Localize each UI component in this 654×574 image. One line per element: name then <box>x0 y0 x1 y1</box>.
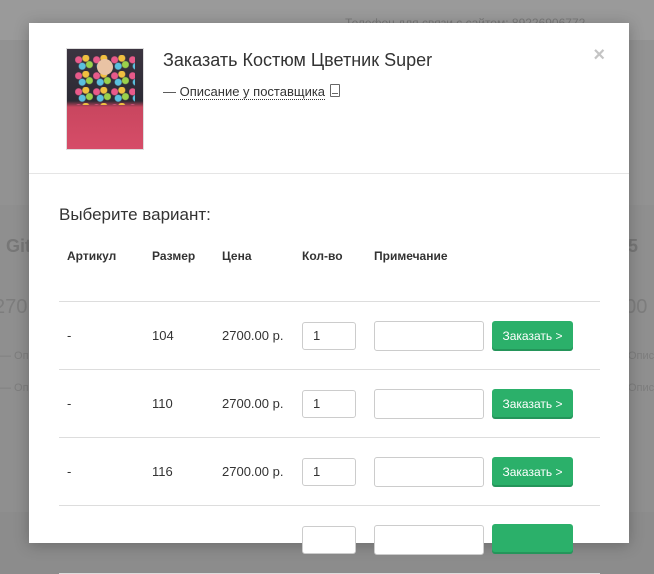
column-note: Примечание <box>366 241 484 302</box>
row-note-cell <box>366 301 484 370</box>
quantity-input[interactable] <box>302 525 356 554</box>
table-row: - 110 2700.00 р. Заказать > <box>59 369 600 438</box>
background-left-text: Git <box>6 236 31 256</box>
order-button[interactable]: Заказать > <box>492 320 573 351</box>
background-left-number: 270 <box>0 296 28 318</box>
row-note-cell <box>366 369 484 438</box>
row-size: 116 <box>144 437 214 506</box>
supplier-description-link[interactable]: Описание у поставщика <box>179 84 326 100</box>
choose-variant-heading: Выберите вариант: <box>59 205 211 224</box>
row-article: - <box>59 369 144 438</box>
variants-table: Артикул Размер Цена Кол-во Примечание - … <box>59 241 600 574</box>
row-quantity-cell <box>294 369 366 438</box>
row-quantity-cell <box>294 301 366 370</box>
order-button[interactable]: Заказать > <box>492 388 573 419</box>
row-article: - <box>59 437 144 506</box>
modal-title: Заказать Костюм Цветник Super <box>163 50 433 70</box>
background-right-link-2: Опис <box>628 382 654 394</box>
row-quantity-cell <box>294 437 366 506</box>
row-action-cell <box>484 505 600 574</box>
row-price: 2700.00 р. <box>214 437 294 506</box>
column-size: Размер <box>144 241 214 302</box>
row-size: 104 <box>144 301 214 370</box>
row-article <box>59 505 144 574</box>
close-icon[interactable]: × <box>593 45 605 65</box>
quantity-input[interactable] <box>302 457 356 486</box>
modal-subtitle: — Описание у поставщика <box>163 84 341 100</box>
row-note-cell <box>366 437 484 506</box>
table-header-row: Артикул Размер Цена Кол-во Примечание <box>59 241 600 302</box>
note-input[interactable] <box>374 320 484 351</box>
product-image-face <box>97 59 113 75</box>
product-image[interactable] <box>66 48 144 150</box>
modal-header: Заказать Костюм Цветник Super — Описание… <box>29 23 629 174</box>
column-quantity: Кол-во <box>294 241 366 302</box>
quantity-input[interactable] <box>302 321 356 350</box>
background-right-text: 5 <box>628 236 639 256</box>
background-right-link-1: Опис <box>628 350 654 362</box>
row-article: - <box>59 301 144 370</box>
row-price: 2700.00 р. <box>214 301 294 370</box>
row-note-cell <box>366 505 484 574</box>
row-price <box>214 505 294 574</box>
row-size <box>144 505 214 574</box>
order-button[interactable] <box>492 523 573 554</box>
table-row: - 116 2700.00 р. Заказать > <box>59 437 600 506</box>
column-action <box>484 241 600 302</box>
note-input[interactable] <box>374 456 484 487</box>
row-size: 110 <box>144 369 214 438</box>
row-action-cell: Заказать > <box>484 301 600 370</box>
note-input[interactable] <box>374 388 484 419</box>
table-row: - 104 2700.00 р. Заказать > <box>59 301 600 370</box>
table-row <box>59 505 600 574</box>
row-action-cell: Заказать > <box>484 437 600 506</box>
column-price: Цена <box>214 241 294 302</box>
order-button[interactable]: Заказать > <box>492 456 573 487</box>
document-icon <box>330 84 341 97</box>
row-quantity-cell <box>294 505 366 574</box>
row-action-cell: Заказать > <box>484 369 600 438</box>
quantity-input[interactable] <box>302 389 356 418</box>
row-price: 2700.00 р. <box>214 369 294 438</box>
column-article: Артикул <box>59 241 144 302</box>
note-input[interactable] <box>374 524 484 555</box>
subtitle-prefix: — <box>163 84 180 99</box>
order-modal: Заказать Костюм Цветник Super — Описание… <box>29 23 629 574</box>
